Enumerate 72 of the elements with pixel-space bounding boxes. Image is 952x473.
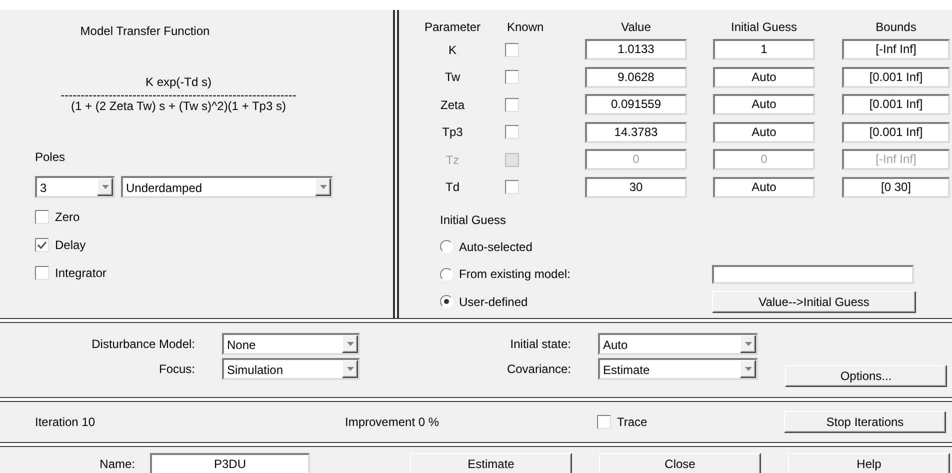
initial-state-dropdown[interactable]: Auto <box>598 333 758 355</box>
checkbox[interactable] <box>505 98 519 112</box>
poles-dropdown[interactable]: 3 <box>35 176 115 198</box>
radio-label: Auto-selected <box>459 238 532 256</box>
parameter-name: Tp3 <box>442 125 463 140</box>
field-label: Disturbance Model: <box>92 337 195 351</box>
bounds-field[interactable]: [-Inf Inf] <box>842 39 950 60</box>
section-label: Initial Guess <box>440 213 506 227</box>
checkbox[interactable] <box>597 415 611 429</box>
value-field[interactable]: 14.3783 <box>585 122 687 143</box>
improvement-text: Improvement 0 % <box>345 415 440 429</box>
field-label: Focus: <box>158 362 195 376</box>
column-header: Known <box>507 20 544 34</box>
iteration-count: Iteration 10 <box>35 415 96 429</box>
value-field[interactable]: 9.0628 <box>585 66 687 88</box>
covariance-dropdown[interactable]: Estimate <box>598 358 758 380</box>
checkbox[interactable] <box>505 42 519 57</box>
checkbox[interactable] <box>505 70 519 84</box>
field-label: Covariance: <box>506 362 571 376</box>
parameter-name: Zeta <box>440 98 464 112</box>
column-header: Value <box>621 20 651 34</box>
bounds-field[interactable]: [0 30] <box>842 176 950 198</box>
initial-guess-field[interactable]: Auto <box>713 94 815 116</box>
checkbox-label: Integrator <box>55 265 106 282</box>
formula-denominator: (1 + (2 Zeta Tw) s + (Tw s)^2)(1 + Tp3 s) <box>71 99 286 113</box>
value-field[interactable]: 30 <box>585 176 687 198</box>
name-field[interactable]: P3DU <box>150 453 310 473</box>
bounds-field[interactable]: [0.001 Inf] <box>842 66 950 88</box>
focus-dropdown[interactable]: Simulation <box>222 358 360 380</box>
parameter-name: Td <box>445 180 460 194</box>
radio-button[interactable] <box>440 268 453 281</box>
checkbox-label: Zero <box>55 209 80 226</box>
radio-label: User-defined <box>459 294 528 311</box>
dialog-button[interactable]: Help <box>788 453 950 473</box>
poles-label: Poles <box>35 150 66 164</box>
value-field[interactable]: 1.0133 <box>585 39 687 60</box>
panel-title: Model Transfer Function <box>80 24 210 38</box>
damping-dropdown[interactable]: Underdamped <box>121 176 333 198</box>
formula-numerator: K exp(-Td s) <box>145 75 212 89</box>
initial-guess-field[interactable]: Auto <box>713 122 815 143</box>
initial-guess-field[interactable]: Auto <box>713 66 815 88</box>
parameter-name: Tw <box>444 70 460 84</box>
parameter-name: Tz <box>446 152 460 167</box>
checkbox[interactable] <box>35 238 49 252</box>
field-label: Name: <box>100 457 135 471</box>
initial-guess-field[interactable]: 1 <box>713 39 815 60</box>
disturbance-model-dropdown[interactable]: None <box>222 333 360 355</box>
radio-button[interactable] <box>440 295 453 308</box>
checkbox[interactable] <box>505 180 519 194</box>
checkbox[interactable] <box>35 210 49 224</box>
checkbox[interactable] <box>505 125 519 140</box>
column-header: Parameter <box>424 20 481 34</box>
checkbox-label: Trace <box>617 414 648 431</box>
bounds-field[interactable]: [0.001 Inf] <box>842 94 950 116</box>
stop-iterations-button[interactable]: Stop Iterations <box>784 411 946 433</box>
column-header: Bounds <box>876 20 916 34</box>
column-header: Initial Guess <box>730 20 798 34</box>
model-name-field[interactable] <box>712 264 914 284</box>
radio-button[interactable] <box>440 240 453 254</box>
parameter-name: K <box>448 42 456 57</box>
bounds-field[interactable]: [0.001 Inf] <box>842 122 950 143</box>
dialog-button[interactable]: Estimate <box>410 453 572 473</box>
checkbox-label: Delay <box>55 237 86 254</box>
dialog-button[interactable]: Close <box>599 453 761 473</box>
formula-divider: ----------------------------------------------------------- <box>60 91 296 99</box>
options-button[interactable]: Options... <box>785 365 947 387</box>
initial-guess-field[interactable]: Auto <box>713 176 815 198</box>
checkbox[interactable] <box>35 266 49 280</box>
radio-label: From existing model: <box>459 266 570 284</box>
value-field[interactable]: 0.091559 <box>585 94 687 116</box>
copy-to-initial-guess-button[interactable]: Value-->Initial Guess <box>712 290 916 313</box>
field-label: Initial state: <box>510 337 571 351</box>
